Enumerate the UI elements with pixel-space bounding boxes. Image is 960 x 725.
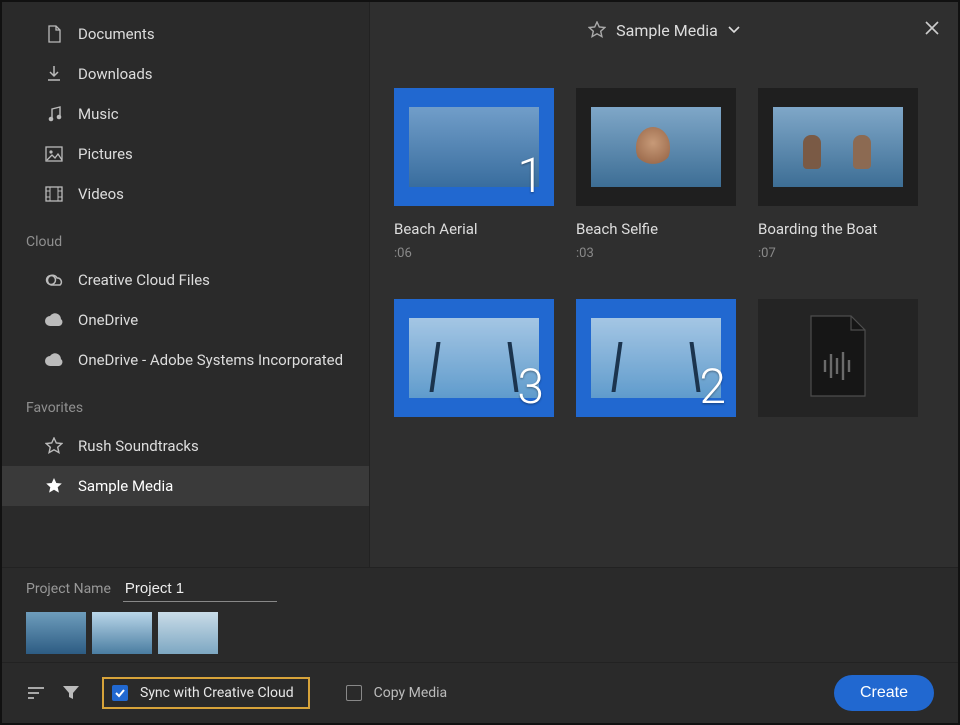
videos-icon — [42, 186, 66, 202]
sidebar-section-favorites: Favorites — [2, 390, 369, 426]
media-duration: :06 — [394, 246, 554, 261]
audio-file-icon — [803, 314, 873, 402]
selected-clip-thumb[interactable] — [92, 612, 152, 654]
media-tile[interactable]: 3 — [394, 299, 554, 417]
media-thumbnail[interactable] — [576, 88, 736, 206]
close-button[interactable] — [924, 20, 940, 41]
selected-clip-thumb[interactable] — [26, 612, 86, 654]
sort-button[interactable] — [26, 685, 46, 701]
chevron-down-icon — [728, 26, 740, 34]
create-button[interactable]: Create — [834, 675, 934, 711]
media-thumbnail[interactable]: 1 — [394, 88, 554, 206]
media-duration: :03 — [576, 246, 736, 261]
music-icon — [42, 105, 66, 123]
path-dropdown[interactable]: Sample Media — [588, 21, 740, 40]
sidebar-item-onedrive-adobe[interactable]: OneDrive - Adobe Systems Incorporated — [2, 340, 369, 380]
sidebar-item-downloads[interactable]: Downloads — [2, 54, 369, 94]
sidebar-item-label: Rush Soundtracks — [78, 437, 199, 455]
media-name: Beach Aerial — [394, 220, 554, 238]
sidebar-item-label: Creative Cloud Files — [78, 271, 210, 289]
creative-cloud-icon — [42, 273, 66, 287]
sync-checkbox[interactable] — [112, 685, 128, 701]
sidebar-item-music[interactable]: Music — [2, 94, 369, 134]
selection-badge: 2 — [699, 358, 726, 415]
project-name-input[interactable] — [123, 576, 277, 602]
cloud-icon — [42, 353, 66, 367]
sidebar-item-label: Documents — [78, 25, 155, 43]
document-icon — [42, 25, 66, 43]
media-tile[interactable]: 2 — [576, 299, 736, 417]
star-outline-icon — [588, 21, 606, 39]
sidebar-item-pictures[interactable]: Pictures — [2, 134, 369, 174]
selection-badge: 3 — [517, 358, 544, 415]
media-name: Beach Selfie — [576, 220, 736, 238]
copy-media-checkbox[interactable] — [346, 685, 362, 701]
sidebar-item-label: Music — [78, 105, 119, 123]
media-thumbnail[interactable]: 2 — [576, 299, 736, 417]
media-thumbnail[interactable] — [758, 88, 918, 206]
media-tile[interactable]: 1 Beach Aerial :06 — [394, 88, 554, 261]
media-tile[interactable]: Boarding the Boat :07 — [758, 88, 918, 261]
sidebar-item-label: Pictures — [78, 145, 133, 163]
sidebar-item-onedrive[interactable]: OneDrive — [2, 300, 369, 340]
sidebar-item-label: Downloads — [78, 65, 153, 83]
sidebar-item-cc-files[interactable]: Creative Cloud Files — [2, 260, 369, 300]
copy-media-checkbox-group[interactable]: Copy Media — [346, 685, 448, 701]
media-thumbnail[interactable] — [758, 299, 918, 417]
sidebar-item-sample-media[interactable]: Sample Media — [2, 466, 369, 506]
media-tile[interactable]: Beach Selfie :03 — [576, 88, 736, 261]
media-thumbnail[interactable]: 3 — [394, 299, 554, 417]
sidebar-item-label: Videos — [78, 185, 124, 203]
sidebar-item-documents[interactable]: Documents — [2, 14, 369, 54]
filter-button[interactable] — [62, 685, 80, 701]
cloud-icon — [42, 313, 66, 327]
sidebar-item-label: OneDrive - Adobe Systems Incorporated — [78, 351, 343, 369]
project-name-label: Project Name — [26, 581, 111, 597]
project-strip: Project Name — [2, 567, 958, 662]
path-title: Sample Media — [616, 21, 718, 40]
media-grid: 1 Beach Aerial :06 Beach Selfie :03 — [370, 58, 958, 567]
star-solid-icon — [42, 477, 66, 495]
main-panel: Sample Media 1 Beach Aerial — [370, 2, 958, 567]
star-outline-icon — [42, 437, 66, 455]
selected-clip-thumb[interactable] — [158, 612, 218, 654]
sync-label: Sync with Creative Cloud — [140, 685, 294, 701]
sidebar-section-cloud: Cloud — [2, 224, 369, 260]
sync-checkbox-group[interactable]: Sync with Creative Cloud — [102, 677, 310, 709]
sidebar: Documents Downloads Music Pictures — [2, 2, 370, 567]
sidebar-item-label: OneDrive — [78, 311, 138, 329]
sidebar-item-videos[interactable]: Videos — [2, 174, 369, 214]
pictures-icon — [42, 146, 66, 162]
selection-badge: 1 — [517, 147, 544, 204]
media-duration: :07 — [758, 246, 918, 261]
copy-media-label: Copy Media — [374, 685, 448, 701]
media-name: Boarding the Boat — [758, 220, 918, 238]
footer-bar: Sync with Creative Cloud Copy Media Crea… — [2, 662, 958, 723]
sidebar-item-label: Sample Media — [78, 477, 173, 495]
sidebar-item-rush-soundtracks[interactable]: Rush Soundtracks — [2, 426, 369, 466]
download-icon — [42, 65, 66, 83]
media-tile[interactable] — [758, 299, 918, 417]
